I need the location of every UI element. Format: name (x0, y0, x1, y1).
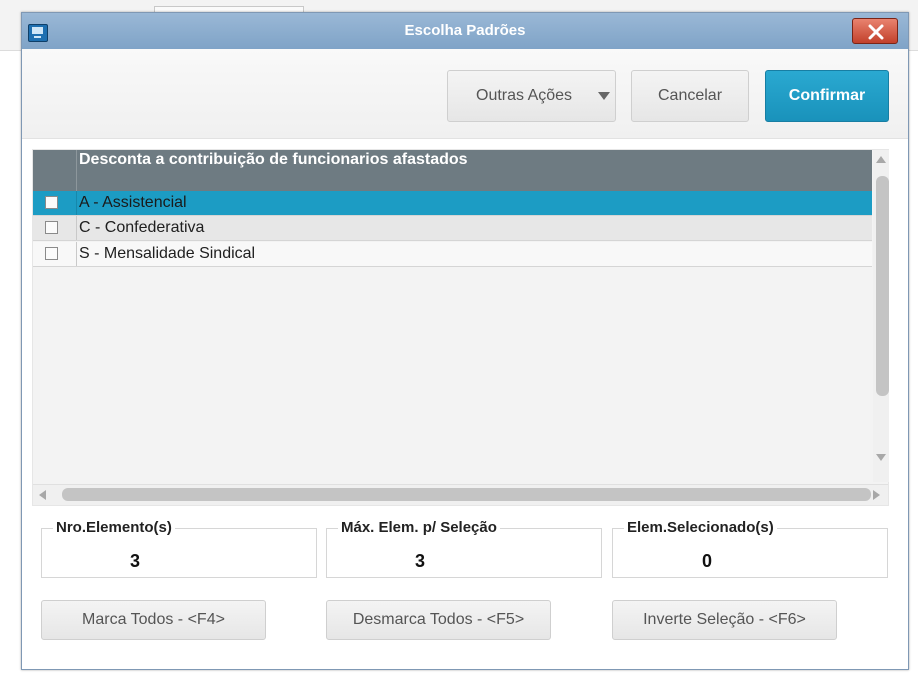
selected-count-value: 0 (702, 551, 713, 571)
row-checkbox-cell[interactable] (33, 191, 77, 215)
cancel-button[interactable]: Cancelar (631, 70, 749, 122)
confirm-label: Confirmar (788, 87, 866, 104)
mark-all-button[interactable]: Marca Todos - <F4> (41, 600, 266, 640)
row-checkbox[interactable] (45, 247, 58, 260)
caret-down-icon (598, 92, 610, 100)
vertical-scroll-thumb[interactable] (876, 176, 889, 396)
cancel-label: Cancelar (657, 87, 723, 104)
max-selection-value: 3 (415, 551, 426, 571)
horizontal-scroll-thumb[interactable] (62, 488, 871, 501)
choose-defaults-dialog: Escolha Padrões Outras Ações Cancelar Co… (21, 12, 909, 670)
other-actions-label: Outras Ações (476, 87, 573, 104)
mark-all-label: Marca Todos - <F4> (82, 611, 225, 628)
unmark-all-button[interactable]: Desmarca Todos - <F5> (326, 600, 551, 640)
row-checkbox-cell[interactable] (33, 216, 77, 240)
row-label: S - Mensalidade Sindical (79, 245, 256, 262)
grid-row[interactable]: C - Confederativa (33, 216, 872, 241)
dialog-title: Escolha Padrões (404, 22, 526, 39)
grid-row[interactable]: A - Assistencial (33, 191, 872, 216)
close-button[interactable] (852, 18, 898, 44)
selected-count-label: Elem.Selecionado(s) (624, 519, 777, 536)
horizontal-scrollbar[interactable] (33, 484, 888, 505)
scroll-left-arrow-icon[interactable] (39, 490, 46, 500)
grid-column-header[interactable]: Desconta a contribuição de funcionarios … (79, 151, 468, 169)
unmark-all-label: Desmarca Todos - <F5> (352, 611, 525, 628)
header-checkbox-column[interactable] (33, 150, 77, 191)
row-label: C - Confederativa (79, 219, 205, 236)
max-selection-label: Máx. Elem. p/ Seleção (338, 519, 500, 536)
row-checkbox[interactable] (45, 196, 58, 209)
other-actions-button[interactable]: Outras Ações (447, 70, 616, 122)
scroll-up-arrow-icon[interactable] (876, 156, 886, 163)
invert-selection-button[interactable]: Inverte Seleção - <F6> (612, 600, 837, 640)
dialog-toolbar: Outras Ações Cancelar Confirmar (22, 49, 908, 139)
scroll-down-arrow-icon[interactable] (876, 454, 886, 461)
selection-grid: Desconta a contribuição de funcionarios … (32, 149, 889, 506)
element-count-box: Nro.Elemento(s) 3 (41, 519, 317, 578)
grid-row[interactable]: S - Mensalidade Sindical (33, 242, 872, 267)
row-label: A - Assistencial (79, 194, 187, 211)
scroll-right-arrow-icon[interactable] (873, 490, 880, 500)
close-icon (868, 24, 884, 40)
row-checkbox-cell[interactable] (33, 242, 77, 266)
vertical-scrollbar[interactable] (873, 150, 889, 482)
grid-header: Desconta a contribuição de funcionarios … (33, 150, 872, 191)
max-selection-box: Máx. Elem. p/ Seleção 3 (326, 519, 602, 578)
element-count-value: 3 (130, 551, 141, 571)
element-count-label: Nro.Elemento(s) (53, 519, 175, 536)
row-checkbox[interactable] (45, 221, 58, 234)
invert-selection-label: Inverte Seleção - <F6> (643, 611, 806, 628)
confirm-button[interactable]: Confirmar (765, 70, 889, 122)
selected-count-box: Elem.Selecionado(s) 0 (612, 519, 888, 578)
dialog-titlebar[interactable]: Escolha Padrões (22, 13, 908, 49)
